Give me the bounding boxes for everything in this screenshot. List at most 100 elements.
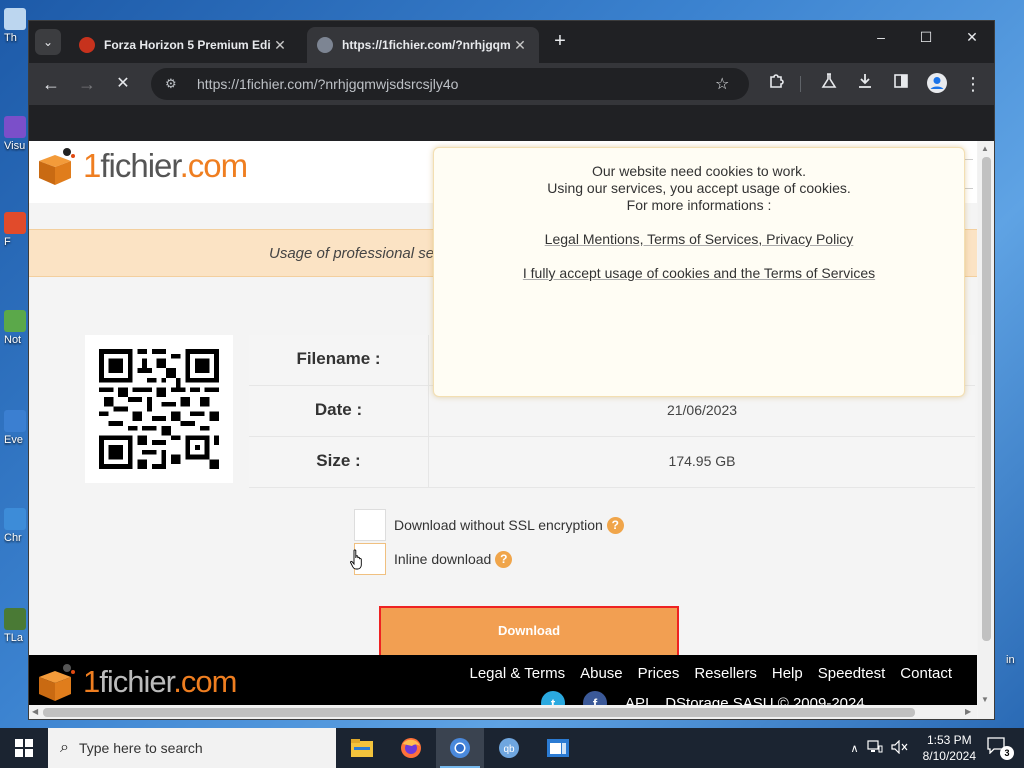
horizontal-scrollbar[interactable]: ◀ ▶ <box>29 705 977 719</box>
qr-code <box>85 335 233 483</box>
download-options: Download without SSL encryption ? Inline… <box>354 508 624 576</box>
filename-label: Filename : <box>249 335 429 385</box>
site-info-icon[interactable]: ⚙ <box>165 76 185 92</box>
cookie-line-3: For more informations : <box>626 197 772 213</box>
footer-links: Legal & Terms Abuse Prices Resellers Hel… <box>470 665 953 682</box>
footer-link-abuse[interactable]: Abuse <box>580 665 623 682</box>
chevron-up-icon[interactable]: ∧ <box>851 742 859 755</box>
desktop-icon[interactable]: Chr <box>4 508 30 544</box>
scroll-left-icon[interactable]: ◀ <box>32 707 38 716</box>
footer-link-legal[interactable]: Legal & Terms <box>470 665 566 682</box>
inline-download-label: Inline download <box>394 551 492 567</box>
scrollbar-thumb[interactable] <box>43 708 915 717</box>
profile-icon[interactable] <box>925 72 949 96</box>
footer-logo[interactable]: 1fichier.com <box>35 663 237 701</box>
no-ssl-label: Download without SSL encryption <box>394 517 603 533</box>
labs-icon[interactable] <box>817 72 841 96</box>
footer-link-prices[interactable]: Prices <box>638 665 680 682</box>
site-logo[interactable]: 1fichier.com <box>35 147 248 185</box>
vertical-scrollbar[interactable]: ▲ ▼ <box>978 141 994 719</box>
clock-time: 1:53 PM <box>926 733 972 747</box>
toolbar-divider <box>800 76 801 92</box>
app-icon <box>4 212 26 234</box>
footer-link-api[interactable]: API <box>625 695 649 706</box>
footer-bottom: t f API DStorage SASU © 2009-2024 <box>541 691 865 705</box>
desktop-icon[interactable]: Not <box>4 310 30 346</box>
tab-strip: ⌄ Forza Horizon 5 Premium Editi ✕ https:… <box>29 21 994 63</box>
windows-logo-icon <box>15 739 33 757</box>
qbittorrent-icon[interactable]: qb <box>485 728 533 768</box>
accept-cookies-link[interactable]: I fully accept usage of cookies and the … <box>434 265 964 282</box>
clock[interactable]: 1:53 PM 8/10/2024 <box>923 732 976 764</box>
start-button[interactable] <box>0 728 48 768</box>
download-button[interactable]: Download <box>379 606 679 656</box>
facebook-icon[interactable]: f <box>583 691 607 705</box>
close-icon[interactable]: ✕ <box>271 37 289 54</box>
desktop-icon[interactable]: Visu <box>4 116 30 152</box>
sidepanel-icon[interactable] <box>889 72 913 96</box>
taskbar-search[interactable]: ⌕ Type here to search <box>48 728 336 768</box>
back-button[interactable]: ← <box>39 72 63 96</box>
notification-center-icon[interactable]: 3 <box>986 736 1016 760</box>
desktop-icon[interactable]: Th <box>4 8 30 44</box>
desktop-icon[interactable]: Eve <box>4 410 30 446</box>
site-footer: 1fichier.com Legal & Terms Abuse Prices … <box>29 655 977 705</box>
minimize-button[interactable]: – <box>866 29 896 45</box>
footer-link-contact[interactable]: Contact <box>900 665 952 682</box>
file-explorer-icon[interactable] <box>338 728 386 768</box>
scroll-down-icon[interactable]: ▼ <box>981 695 989 704</box>
volume-muted-icon[interactable] <box>891 739 909 757</box>
forward-button[interactable]: → <box>75 72 99 96</box>
desktop-icon-label: Th <box>4 32 17 44</box>
maximize-button[interactable]: ☐ <box>911 29 941 46</box>
firefox-icon[interactable] <box>387 728 435 768</box>
notification-badge: 3 <box>1000 746 1014 760</box>
close-window-button[interactable]: ✕ <box>957 29 987 46</box>
extensions-icon[interactable] <box>764 72 788 96</box>
network-icon[interactable] <box>867 739 883 757</box>
logo-box-icon <box>35 147 77 185</box>
desktop-icon-label: in <box>1006 654 1015 666</box>
desktop-icon[interactable]: F <box>4 212 30 248</box>
desktop-icon[interactable]: TLa <box>4 608 30 644</box>
tab-forza[interactable]: Forza Horizon 5 Premium Editi ✕ <box>69 27 299 63</box>
desktop-icon-label: TLa <box>4 632 23 644</box>
help-icon[interactable]: ? <box>606 516 624 534</box>
stop-button[interactable]: ✕ <box>111 72 135 96</box>
logo-text: 1fichier.com <box>83 664 237 699</box>
footer-link-speedtest[interactable]: Speedtest <box>818 665 886 682</box>
desktop-icon-label: Chr <box>4 532 22 544</box>
size-value: 174.95 GB <box>668 453 736 469</box>
promo-text: Usage of professional se <box>269 245 435 262</box>
copyright-text: DStorage SASU © 2009-2024 <box>665 694 865 706</box>
twitter-icon[interactable]: t <box>541 691 565 705</box>
new-tab-button[interactable]: + <box>549 31 571 53</box>
clock-date: 8/10/2024 <box>922 749 976 763</box>
logo-box-icon <box>35 663 77 701</box>
tab-title: Forza Horizon 5 Premium Editi <box>104 38 271 52</box>
everything-icon <box>4 410 26 432</box>
download-icon[interactable] <box>853 72 877 96</box>
scrollbar-thumb[interactable] <box>982 157 991 641</box>
hand-cursor-icon <box>350 549 362 570</box>
tab-1fichier[interactable]: https://1fichier.com/?nrhjgqm ✕ <box>307 27 539 63</box>
legal-mentions-link[interactable]: Legal Mentions, Terms of Services, Priva… <box>434 231 964 248</box>
svg-text:qb: qb <box>503 744 515 755</box>
chevron-down-icon[interactable]: ⌄ <box>35 29 61 55</box>
bookmark-star-icon[interactable]: ☆ <box>715 74 735 94</box>
scroll-right-icon[interactable]: ▶ <box>965 707 971 716</box>
no-ssl-checkbox[interactable] <box>354 509 386 541</box>
address-bar[interactable]: ⚙ https://1fichier.com/?nrhjgqmwjsdsrcsj… <box>151 68 749 100</box>
help-icon[interactable]: ? <box>495 550 513 568</box>
page-viewport: 1fichier.com Usage of professional se Fi… <box>29 141 994 719</box>
site-favicon-icon <box>79 37 95 53</box>
scroll-up-icon[interactable]: ▲ <box>981 144 989 153</box>
chrome-icon[interactable] <box>436 728 484 768</box>
footer-link-help[interactable]: Help <box>772 665 803 682</box>
footer-link-resellers[interactable]: Resellers <box>694 665 757 682</box>
app-window-icon[interactable] <box>534 728 582 768</box>
desktop-icon-label: Not <box>4 334 22 346</box>
menu-icon[interactable]: ⋮ <box>961 72 985 96</box>
system-tray: ∧ 1:53 PM 8/10/2024 3 <box>851 728 1024 768</box>
close-icon[interactable]: ✕ <box>511 37 529 54</box>
